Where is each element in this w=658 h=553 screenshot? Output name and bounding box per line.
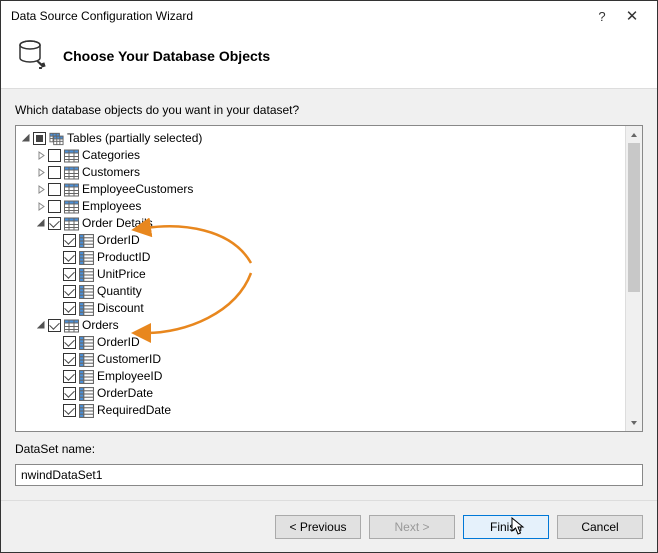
wizard-heading: Choose Your Database Objects <box>63 48 270 64</box>
tree-container: Tables (partially selected) Categories <box>15 125 643 432</box>
finish-button[interactable]: Finish <box>463 515 549 539</box>
column-icon <box>78 352 94 368</box>
expand-icon[interactable] <box>35 167 47 179</box>
tree-label: OrderDate <box>96 385 153 402</box>
checkbox-partial[interactable] <box>33 132 46 145</box>
tree-label: CustomerID <box>96 351 161 368</box>
tree-label: Categories <box>81 147 140 164</box>
close-button[interactable]: ✕ <box>617 7 647 25</box>
tree-label: OrderID <box>96 334 140 351</box>
tree-node-customers[interactable]: Customers <box>18 164 623 181</box>
checkbox-checked[interactable] <box>63 234 76 247</box>
tree-node-employeecustomers[interactable]: EmployeeCustomers <box>18 181 623 198</box>
content-area: Which database objects do you want in yo… <box>1 88 657 500</box>
wizard-window: Data Source Configuration Wizard ? ✕ Cho… <box>0 0 658 553</box>
titlebar: Data Source Configuration Wizard ? ✕ <box>1 1 657 31</box>
scroll-track[interactable] <box>626 143 642 414</box>
column-icon <box>78 301 94 317</box>
column-icon <box>78 233 94 249</box>
tree-label: EmployeeCustomers <box>81 181 193 198</box>
scroll-down-button[interactable] <box>626 414 642 431</box>
table-icon <box>63 318 79 334</box>
checkbox-checked[interactable] <box>63 353 76 366</box>
previous-button[interactable]: < Previous <box>275 515 361 539</box>
scroll-thumb[interactable] <box>628 143 640 292</box>
expand-icon[interactable] <box>35 184 47 196</box>
checkbox-checked[interactable] <box>48 217 61 230</box>
column-icon <box>78 335 94 351</box>
column-icon <box>78 284 94 300</box>
checkbox[interactable] <box>48 166 61 179</box>
scroll-up-button[interactable] <box>626 126 642 143</box>
tree-node-orderdetails-unitprice[interactable]: UnitPrice <box>18 266 623 283</box>
column-icon <box>78 403 94 419</box>
tree-label: RequiredDate <box>96 402 171 419</box>
tree-label: Order Details <box>81 215 153 232</box>
tree-node-orders-orderid[interactable]: OrderID <box>18 334 623 351</box>
table-icon <box>63 165 79 181</box>
cancel-button[interactable]: Cancel <box>557 515 643 539</box>
tree-node-orderdetails-quantity[interactable]: Quantity <box>18 283 623 300</box>
tree-label: UnitPrice <box>96 266 146 283</box>
collapse-icon[interactable] <box>35 320 47 332</box>
tree-node-categories[interactable]: Categories <box>18 147 623 164</box>
tree-node-orders[interactable]: Orders <box>18 317 623 334</box>
tree-node-orders-requireddate[interactable]: RequiredDate <box>18 402 623 419</box>
tree-label: Quantity <box>96 283 142 300</box>
wizard-header: Choose Your Database Objects <box>1 31 657 88</box>
column-icon <box>78 250 94 266</box>
tree-label: Customers <box>81 164 140 181</box>
checkbox[interactable] <box>48 200 61 213</box>
checkbox-checked[interactable] <box>63 336 76 349</box>
tree-label: Employees <box>81 198 141 215</box>
dataset-name-label: DataSet name: <box>15 442 643 456</box>
tree-label: Discount <box>96 300 144 317</box>
vertical-scrollbar[interactable] <box>625 126 642 431</box>
checkbox-checked[interactable] <box>63 370 76 383</box>
collapse-icon[interactable] <box>20 133 32 145</box>
tables-group-icon <box>48 131 64 147</box>
column-icon <box>78 267 94 283</box>
tree-node-employees[interactable]: Employees <box>18 198 623 215</box>
column-icon <box>78 369 94 385</box>
collapse-icon[interactable] <box>35 218 47 230</box>
tree-node-orders-orderdate[interactable]: OrderDate <box>18 385 623 402</box>
prompt-text: Which database objects do you want in yo… <box>15 103 643 117</box>
expand-icon[interactable] <box>35 150 47 162</box>
next-button: Next > <box>369 515 455 539</box>
checkbox-checked[interactable] <box>63 404 76 417</box>
checkbox-checked[interactable] <box>63 302 76 315</box>
checkbox[interactable] <box>48 183 61 196</box>
checkbox-checked[interactable] <box>63 285 76 298</box>
wizard-footer: < Previous Next > Finish Cancel <box>1 500 657 552</box>
checkbox-checked[interactable] <box>63 387 76 400</box>
object-tree[interactable]: Tables (partially selected) Categories <box>16 126 625 431</box>
column-icon <box>78 386 94 402</box>
tree-label: Orders <box>81 317 119 334</box>
table-icon <box>63 148 79 164</box>
tree-node-orderdetails-orderid[interactable]: OrderID <box>18 232 623 249</box>
window-title: Data Source Configuration Wizard <box>11 9 587 23</box>
checkbox-checked[interactable] <box>63 268 76 281</box>
help-button[interactable]: ? <box>587 9 617 24</box>
tree-node-orders-employeeid[interactable]: EmployeeID <box>18 368 623 385</box>
dataset-name-input[interactable] <box>15 464 643 486</box>
expand-icon[interactable] <box>35 201 47 213</box>
database-icon <box>15 37 49 74</box>
tree-label: ProductID <box>96 249 150 266</box>
tree-node-orderdetails[interactable]: Order Details <box>18 215 623 232</box>
tree-node-orderdetails-productid[interactable]: ProductID <box>18 249 623 266</box>
tree-label: EmployeeID <box>96 368 162 385</box>
tree-node-tables[interactable]: Tables (partially selected) <box>18 130 623 147</box>
checkbox[interactable] <box>48 149 61 162</box>
table-icon <box>63 216 79 232</box>
tree-node-orders-customerid[interactable]: CustomerID <box>18 351 623 368</box>
checkbox-checked[interactable] <box>63 251 76 264</box>
tree-label: OrderID <box>96 232 140 249</box>
checkbox-checked[interactable] <box>48 319 61 332</box>
table-icon <box>63 199 79 215</box>
tree-node-orderdetails-discount[interactable]: Discount <box>18 300 623 317</box>
tree-label: Tables (partially selected) <box>66 130 202 147</box>
table-icon <box>63 182 79 198</box>
